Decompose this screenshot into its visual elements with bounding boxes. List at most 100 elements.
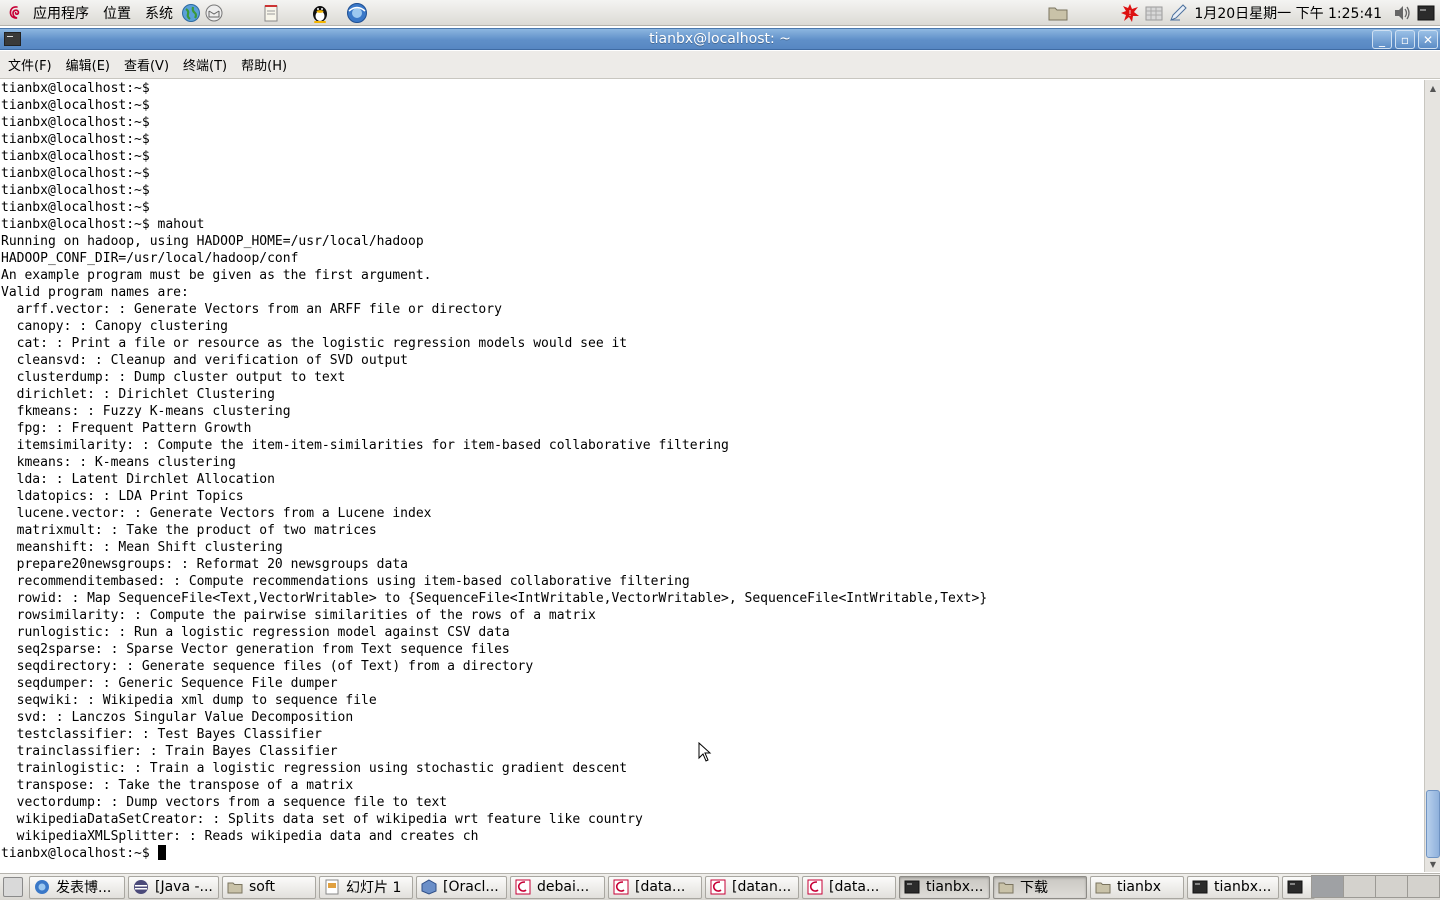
- minimize-icon: _: [1379, 32, 1385, 47]
- terminal-line: trainclassifier: : Train Bayes Classifie…: [1, 744, 338, 759]
- tray-terminal[interactable]: [1416, 3, 1436, 23]
- qq-penguin-icon: [313, 5, 327, 23]
- tray-volume[interactable]: [1392, 3, 1412, 23]
- taskbar-button[interactable]: tianbx...: [899, 875, 990, 899]
- debian-icon: [613, 879, 629, 895]
- terminal-line: cat: : Print a file or resource as the l…: [1, 336, 628, 351]
- menu-system-label: 系统: [145, 5, 173, 22]
- panel-right: ! 1月20日星期一 下午 1:25:41: [1046, 0, 1440, 26]
- menu-file[interactable]: 文件(F): [2, 53, 58, 77]
- volume-icon: [1395, 6, 1410, 20]
- menu-view[interactable]: 查看(V): [118, 53, 175, 77]
- terminal-line: seqwiki: : Wikipedia xml dump to sequenc…: [1, 693, 377, 708]
- taskbar-button-label: [Oracl...: [443, 879, 499, 895]
- launcher-mail[interactable]: [203, 2, 225, 24]
- task-list: 发表博... [Java -... soft 幻灯片 1 [Oracl... debai.…: [29, 875, 1318, 899]
- terminal-line: tianbx@localhost:~$ mahout: [1, 217, 205, 232]
- workspace-switcher: [1311, 875, 1440, 899]
- menu-places[interactable]: 位置: [96, 0, 138, 25]
- terminal-line: trainlogistic: : Train a logistic regres…: [1, 761, 628, 776]
- panel-clock[interactable]: 1月20日星期一 下午 1:25:41: [1194, 3, 1382, 23]
- terminal-line: rowsimilarity: : Compute the pairwise si…: [1, 608, 596, 623]
- terminal-output[interactable]: tianbx@localhost:~$ tianbx@localhost:~$ ti…: [0, 80, 1424, 872]
- close-icon: ✕: [1422, 32, 1434, 47]
- taskbar-button-label: 幻灯片 1: [346, 880, 402, 896]
- notes-icon: [264, 4, 278, 21]
- text-cursor: [157, 845, 166, 860]
- taskbar-button[interactable]: 发表博...: [29, 875, 125, 899]
- tray-folder[interactable]: [1048, 3, 1068, 23]
- folder-icon: [1048, 7, 1068, 21]
- terminal-line: tianbx@localhost:~$: [1, 132, 150, 147]
- minimize-button[interactable]: _: [1372, 30, 1392, 49]
- debian-icon: [710, 879, 726, 895]
- terminal-line: recommenditembased: : Compute recommenda…: [1, 574, 690, 589]
- terminal-line: tianbx@localhost:~$: [1, 149, 150, 164]
- terminal-line: seq2sparse: : Sparse Vector generation f…: [1, 642, 510, 657]
- terminal-line: testclassifier: : Test Bayes Classifier: [1, 727, 322, 742]
- tray-input-method[interactable]: [1168, 3, 1188, 23]
- taskbar-button[interactable]: tianbx...: [1187, 875, 1279, 899]
- workspace-2[interactable]: [1343, 875, 1376, 898]
- taskbar-button[interactable]: [Oracl...: [416, 875, 507, 899]
- launcher-notes[interactable]: [260, 2, 282, 24]
- taskbar-button-label: [datan...: [732, 879, 792, 895]
- browser-icon: [34, 879, 50, 895]
- terminal-lines: tianbx@localhost:~$ tianbx@localhost:~$ ti…: [1, 80, 987, 862]
- launcher-browser[interactable]: [346, 2, 368, 24]
- taskbar-button[interactable]: [data...: [608, 875, 702, 899]
- terminal-line: dirichlet: : Dirichlet Clustering: [1, 387, 275, 402]
- window-controls: _ ▫ ✕: [1369, 30, 1438, 49]
- taskbar-button[interactable]: [datan...: [705, 875, 799, 899]
- eclipse-icon: [133, 879, 149, 895]
- terminal-line: lucene.vector: : Generate Vectors from a…: [1, 506, 432, 521]
- menu-edit[interactable]: 编辑(E): [60, 53, 116, 77]
- taskbar-button[interactable]: 下载: [993, 875, 1087, 899]
- terminal-line: wikipediaDataSetCreator: : Splits data s…: [1, 812, 643, 827]
- launcher-network[interactable]: [180, 2, 202, 24]
- maximize-button[interactable]: ▫: [1395, 30, 1415, 49]
- launcher-qq[interactable]: [309, 2, 331, 24]
- terminal-scrollbar[interactable]: ▲ ▼: [1424, 80, 1440, 872]
- taskbar-button[interactable]: soft: [222, 875, 316, 899]
- terminal-line: tianbx@localhost:~$: [1, 166, 150, 181]
- window-titlebar[interactable]: tianbx@localhost: ~ _ ▫ ✕: [0, 28, 1440, 50]
- terminal-line: tianbx@localhost:~$: [1, 81, 150, 96]
- scroll-up-arrow-icon[interactable]: ▲: [1426, 81, 1440, 95]
- debian-logo-icon[interactable]: [8, 5, 24, 21]
- virtualbox-icon: [421, 879, 437, 895]
- tray-update-alert[interactable]: !: [1120, 3, 1140, 23]
- close-button[interactable]: ✕: [1418, 30, 1438, 49]
- taskbar-button[interactable]: debai...: [510, 875, 605, 899]
- terminal-line: wikipediaXMLSplitter: : Reads wikipedia …: [1, 829, 479, 844]
- scrollbar-thumb[interactable]: [1426, 790, 1440, 858]
- taskbar-button-label: [data...: [635, 879, 686, 895]
- taskbar-button-label: 下载: [1020, 880, 1048, 896]
- workspace-4[interactable]: [1407, 875, 1440, 898]
- workspace-1[interactable]: [1311, 875, 1344, 898]
- show-desktop-button[interactable]: [3, 877, 23, 897]
- debian-icon: [807, 879, 823, 895]
- taskbar-button-label: [data...: [829, 879, 880, 895]
- menu-terminal[interactable]: 终端(T): [177, 53, 233, 77]
- tray-keyboard[interactable]: [1144, 3, 1164, 23]
- menu-applications-label: 应用程序: [33, 5, 89, 22]
- mouse-pointer-icon: [698, 742, 712, 762]
- terminal-line: transpose: : Take the transpose of a mat…: [1, 778, 354, 793]
- taskbar-button[interactable]: tianbx: [1090, 875, 1184, 899]
- scroll-down-arrow-icon[interactable]: ▼: [1426, 857, 1440, 871]
- workspace-3[interactable]: [1375, 875, 1408, 898]
- folder-icon: [998, 879, 1014, 895]
- menu-system[interactable]: 系统: [138, 0, 180, 25]
- taskbar-button[interactable]: [data...: [802, 875, 896, 899]
- window-menu-icon[interactable]: [4, 32, 21, 46]
- menu-applications[interactable]: 应用程序: [26, 0, 96, 25]
- taskbar-button[interactable]: [Java -...: [128, 875, 219, 899]
- menu-help[interactable]: 帮助(H): [235, 53, 293, 77]
- update-alert-icon: !: [1121, 4, 1140, 22]
- terminal-line: ldatopics: : LDA Print Topics: [1, 489, 244, 504]
- terminal-prompt-line[interactable]: tianbx@localhost:~$: [1, 845, 987, 862]
- terminal-line: fkmeans: : Fuzzy K-means clustering: [1, 404, 291, 419]
- taskbar-button[interactable]: 幻灯片 1: [319, 875, 413, 899]
- terminal-line: clusterdump: : Dump cluster output to te…: [1, 370, 346, 385]
